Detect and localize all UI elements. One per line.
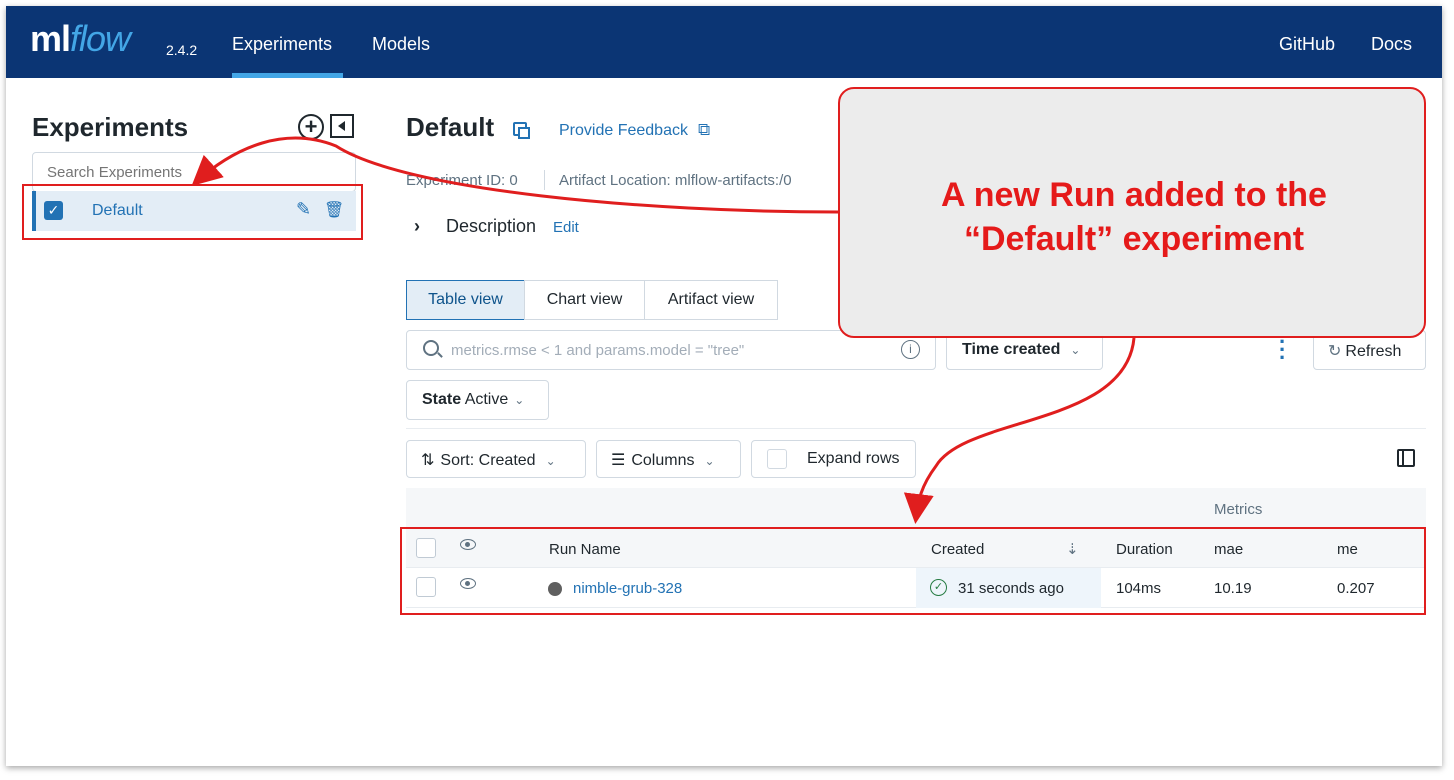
arrow-to-table bbox=[903, 337, 1136, 524]
arrow-to-sidebar bbox=[191, 136, 839, 214]
annotation-arrows bbox=[191, 136, 1136, 524]
app-window: mlflow 2.4.2 Experiments Models GitHub D… bbox=[6, 6, 1442, 766]
